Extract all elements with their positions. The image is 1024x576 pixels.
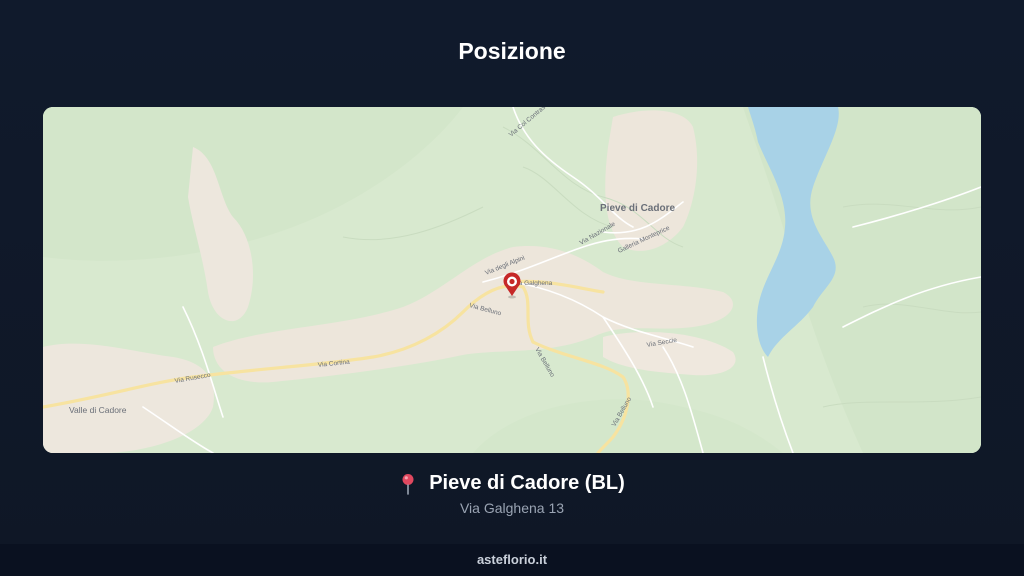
pushpin-icon	[399, 473, 417, 495]
map-label-valle: Valle di Cadore	[69, 405, 127, 415]
location-map[interactable]: Pieve di Cadore Valle di Cadore Via degl…	[43, 107, 981, 453]
location-name: Pieve di Cadore (BL)	[429, 472, 625, 494]
location-address: Via Galghena 13	[459, 500, 565, 516]
location-heading: Pieve di Cadore (BL)	[0, 472, 1024, 495]
map-label-town: Pieve di Cadore	[600, 203, 675, 214]
footer: asteflorio.it	[0, 544, 1024, 576]
footer-site-link[interactable]: asteflorio.it	[477, 552, 547, 567]
page-title: Posizione	[458, 38, 566, 64]
